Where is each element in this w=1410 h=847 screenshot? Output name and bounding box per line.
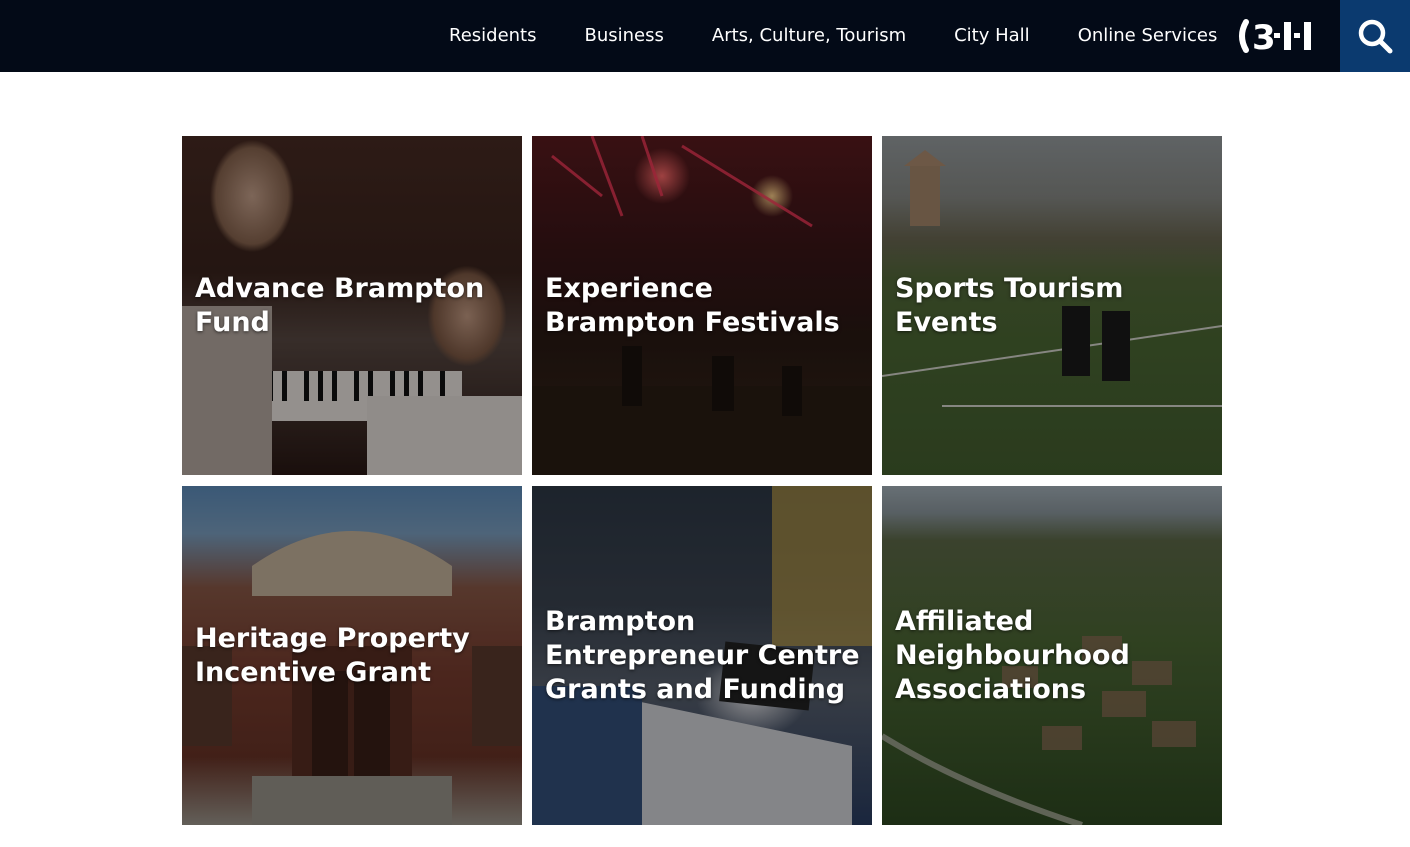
tile-title: Brampton Entrepreneur Centre Grants and … (545, 605, 860, 705)
search-button[interactable] (1340, 0, 1410, 72)
tile-affiliated-neighbourhood-associations[interactable]: Affiliated Neighbourhood Associations (882, 486, 1222, 825)
main-nav: Residents Business Arts, Culture, Touris… (425, 0, 1241, 72)
tile-sports-tourism-events[interactable]: Sports Tourism Events (882, 136, 1222, 475)
tile-title: Heritage Property Incentive Grant (195, 622, 470, 688)
top-navigation-bar: Residents Business Arts, Culture, Touris… (0, 0, 1410, 72)
311-logo-icon: 3 (1239, 18, 1311, 56)
tile-heritage-property-incentive-grant[interactable]: Heritage Property Incentive Grant (182, 486, 522, 825)
nav-city-hall[interactable]: City Hall (930, 0, 1054, 72)
nav-residents[interactable]: Residents (425, 0, 561, 72)
tile-experience-brampton-festivals[interactable]: Experience Brampton Festivals (532, 136, 872, 475)
nav-arts-culture-tourism[interactable]: Arts, Culture, Tourism (688, 0, 930, 72)
tile-title: Sports Tourism Events (895, 272, 1124, 338)
tile-title: Advance Brampton Fund (195, 272, 485, 338)
tile-title: Experience Brampton Festivals (545, 272, 840, 338)
svg-text:3: 3 (1252, 18, 1275, 56)
search-icon (1358, 19, 1393, 54)
tile-advance-brampton-fund[interactable]: Advance Brampton Fund (182, 136, 522, 475)
311-logo-link[interactable]: 3 (1236, 14, 1320, 58)
tile-title: Affiliated Neighbourhood Associations (895, 605, 1130, 705)
tile-brampton-entrepreneur-centre[interactable]: Brampton Entrepreneur Centre Grants and … (532, 486, 872, 825)
nav-online-services[interactable]: Online Services (1054, 0, 1242, 72)
tile-grid: Advance Brampton Fund Experience Brampto… (182, 136, 1222, 825)
nav-business[interactable]: Business (561, 0, 688, 72)
